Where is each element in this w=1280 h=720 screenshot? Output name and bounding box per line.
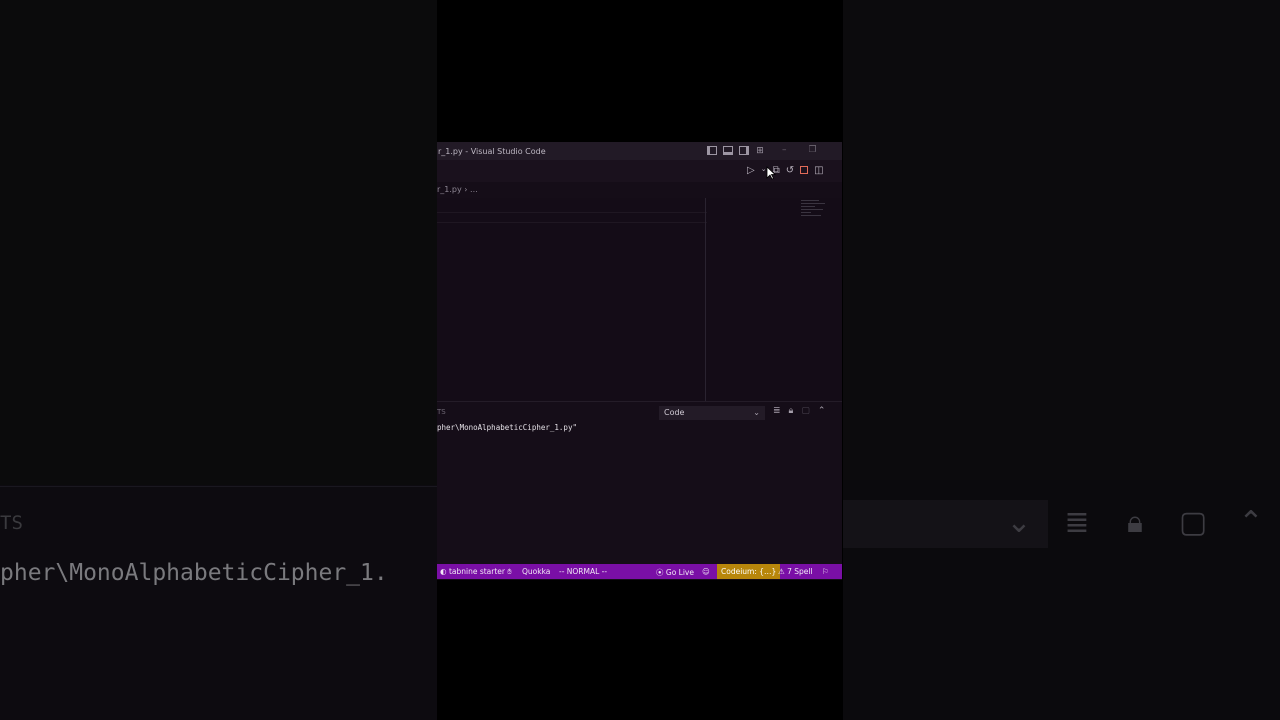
hand-icon: ✋︎ bbox=[507, 567, 512, 576]
panel-actions: ≣ 🔒︎ ▢ ⌃ bbox=[773, 406, 825, 416]
status-vim-mode: -- NORMAL -- bbox=[559, 567, 608, 576]
background-right-panel: ⌄ ≣ 🔒︎ ▢ ⌃ bbox=[843, 0, 1280, 720]
breadcrumb-separator: › bbox=[464, 185, 468, 194]
minimize-icon[interactable]: – bbox=[782, 145, 787, 155]
chevron-down-icon: ⌄ bbox=[1006, 505, 1032, 540]
breadcrumb-rest[interactable]: ... bbox=[470, 185, 478, 194]
code-editor[interactable] bbox=[437, 198, 842, 401]
chevron-up-icon[interactable]: ⌃ bbox=[818, 406, 826, 416]
status-codeium[interactable]: Codeium: {…} bbox=[717, 564, 781, 579]
status-go-live-label: Go Live bbox=[665, 568, 694, 577]
background-output-path: pher\MonoAlphabeticCipher_1. bbox=[0, 560, 388, 586]
layout-controls: ⊞ bbox=[707, 146, 765, 156]
panel-tab-output[interactable]: TS bbox=[437, 408, 446, 416]
chevron-down-icon: ⌄ bbox=[753, 408, 760, 417]
status-tabnine-label: tabnine starter bbox=[448, 567, 505, 576]
restore-icon[interactable]: ❐ bbox=[809, 145, 817, 155]
window-controls: – ❐ bbox=[782, 145, 817, 155]
broadcast-icon: ⦿ bbox=[656, 568, 664, 577]
clear-output-icon[interactable]: ≣ bbox=[773, 406, 781, 416]
current-line-highlight bbox=[437, 212, 707, 223]
output-text: pher\MonoAlphabeticCipher_1.py" bbox=[437, 423, 577, 432]
status-quokka[interactable]: Quokka bbox=[522, 567, 550, 576]
background-separator bbox=[0, 486, 437, 487]
background-left-panel: TS pher\MonoAlphabeticCipher_1. bbox=[0, 0, 437, 720]
maximize-icon: ▢ bbox=[1178, 505, 1208, 540]
status-spell[interactable]: ⚠ 7 Spell bbox=[778, 567, 813, 576]
stop-icon[interactable] bbox=[800, 166, 809, 174]
editor-tab-bar: ▷ ⌄ ⧉ ↺ ◫ bbox=[437, 160, 842, 182]
tabnine-icon: ◐ bbox=[440, 567, 447, 576]
status-tabnine[interactable]: ◐ tabnine starter ✋︎ bbox=[440, 567, 512, 577]
title-bar: r_1.py - Visual Studio Code ⊞ – ❐ bbox=[437, 142, 842, 160]
editor-ruler bbox=[705, 198, 706, 401]
copilot-icon[interactable]: ☺ bbox=[702, 567, 710, 576]
mouse-cursor-icon bbox=[766, 166, 776, 180]
minimap[interactable] bbox=[801, 198, 829, 223]
output-channel-value: Code bbox=[664, 408, 685, 417]
feedback-icon[interactable]: ⚐ bbox=[822, 567, 829, 576]
panel-header: TS Code ⌄ ≣ 🔒︎ ▢ ⌃ bbox=[437, 401, 842, 424]
toggle-panel-icon[interactable] bbox=[723, 146, 733, 155]
customize-layout-icon[interactable]: ⊞ bbox=[755, 146, 765, 156]
status-go-live[interactable]: ⦿ Go Live bbox=[656, 567, 694, 578]
toggle-secondary-sidebar-icon[interactable] bbox=[739, 146, 749, 155]
run-icon[interactable]: ▷ bbox=[747, 165, 755, 176]
split-editor-icon[interactable]: ◫ bbox=[814, 165, 823, 176]
breadcrumb: r_1.py › ... bbox=[437, 185, 478, 194]
lock-icon: 🔒︎ bbox=[1127, 505, 1143, 540]
editor-actions: ▷ ⌄ ⧉ ↺ ◫ bbox=[747, 165, 824, 176]
background-panel-icons: ⌄ ≣ 🔒︎ ▢ ⌃ bbox=[1003, 505, 1267, 540]
output-channel-select[interactable]: Code ⌄ bbox=[659, 406, 765, 420]
timeline-icon[interactable]: ↺ bbox=[786, 165, 794, 176]
window-title: r_1.py - Visual Studio Code bbox=[438, 146, 546, 156]
maximize-panel-icon[interactable]: ▢ bbox=[801, 406, 810, 416]
vscode-window: r_1.py - Visual Studio Code ⊞ – ❐ ▷ ⌄ ⧉ … bbox=[437, 142, 842, 580]
background-panel-label: TS bbox=[0, 512, 23, 534]
status-bar: ◐ tabnine starter ✋︎ Quokka -- NORMAL --… bbox=[437, 564, 842, 579]
chevron-up-icon: ⌃ bbox=[1238, 505, 1264, 540]
clear-output-icon: ≣ bbox=[1064, 505, 1090, 540]
lock-icon[interactable]: 🔒︎ bbox=[789, 406, 794, 416]
breadcrumb-file[interactable]: r_1.py bbox=[437, 185, 462, 194]
toggle-sidebar-icon[interactable] bbox=[707, 146, 717, 155]
